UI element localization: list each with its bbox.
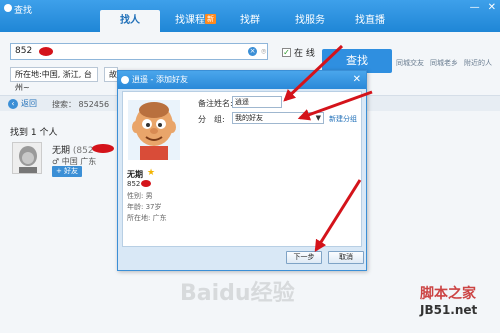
add-friend-button[interactable]: + 好友 [52, 166, 82, 177]
redaction-mark [39, 47, 53, 56]
app-logo-icon [4, 4, 12, 12]
new-group-link[interactable]: 新建分组 [329, 114, 357, 124]
contact-number: 852 [127, 180, 141, 188]
link-hometown[interactable]: 同城老乡 [430, 58, 458, 68]
search-input[interactable]: 852 × ⌾ [10, 43, 268, 60]
clear-icon[interactable]: × [248, 47, 257, 56]
big-avatar [128, 100, 180, 160]
online-label: 在 线 [294, 49, 315, 59]
search-value: 852 [15, 46, 33, 56]
brand-text: 脚本之家 [420, 286, 476, 302]
tab-find-live[interactable]: 找直播 [340, 10, 400, 32]
id-text: (852 [72, 146, 94, 156]
contact-location: 所在地: 广东 [127, 214, 167, 222]
contact-name: 无期 [127, 170, 143, 179]
location-text: 中国 广东 [61, 157, 97, 166]
next-button[interactable]: 下一步 [286, 251, 322, 264]
checkbox-icon[interactable]: ✓ [282, 48, 291, 57]
redaction-mark [141, 180, 151, 187]
group-label: 分 组: [198, 115, 225, 124]
back-button[interactable]: ‹ 返回 [8, 98, 37, 109]
avatar[interactable] [12, 142, 42, 174]
search-echo: 搜索： 852456 [52, 100, 110, 109]
remark-label: 备注姓名: [198, 99, 233, 108]
chevron-down-icon: ▼ [315, 114, 321, 122]
minimize-button[interactable]: — [470, 2, 480, 13]
tab-find-groups[interactable]: 找群 [220, 10, 280, 32]
close-button[interactable]: ✕ [488, 2, 496, 13]
dialog-title-bar: 逍遥 - 添加好友 ✕ [118, 71, 366, 89]
contact-gender: 性别: 男 [127, 192, 153, 200]
add-friend-dialog: 逍遥 - 添加好友 ✕ 无期 ★ 852 性别: 男 年龄: 37岁 所在地: … [117, 70, 367, 271]
site-watermark: 脚本之家 JB51.net [420, 286, 477, 318]
new-badge: 新 [205, 14, 216, 24]
group-select[interactable]: 我的好友 ▼ [232, 112, 324, 124]
dialog-title: 逍遥 - 添加好友 [132, 75, 188, 84]
back-arrow-icon: ‹ [8, 98, 18, 109]
remark-input[interactable]: 逍遥 [232, 96, 282, 108]
window-title: 查找 [14, 6, 33, 16]
quick-links: 同城交友 同城老乡 附近的人 [396, 58, 492, 68]
location-pin-icon[interactable]: ⌾ [261, 47, 266, 57]
star-icon: ★ [147, 168, 156, 178]
redaction-mark [92, 144, 114, 153]
gender-icon: ♂ [52, 157, 60, 166]
qq-icon [121, 76, 129, 84]
tab-find-services[interactable]: 找服务 [280, 10, 340, 32]
name-text: 无期 [52, 146, 71, 156]
location-filter[interactable]: 所在地:中国, 浙江, 台州~ [10, 67, 98, 92]
tab-find-people[interactable]: 找人 [100, 10, 160, 32]
person-name[interactable]: 无期 (852 [52, 143, 94, 156]
link-nearby[interactable]: 附近的人 [464, 58, 492, 68]
online-checkbox[interactable]: ✓ 在 线 [282, 46, 315, 59]
link-same-city[interactable]: 同城交友 [396, 58, 424, 68]
tab-find-courses[interactable]: 找课程新 [160, 10, 220, 32]
back-label: 返回 [21, 99, 37, 108]
group-value: 我的好友 [235, 114, 263, 122]
title-bar: 查找 找人 找课程新 找群 找服务 找直播 — ✕ [0, 0, 500, 32]
tab-bar: 找人 找课程新 找群 找服务 找直播 [100, 10, 400, 32]
tab-label: 找课程 [175, 15, 205, 26]
site-text: JB51.net [420, 303, 478, 317]
cancel-button[interactable]: 取消 [328, 251, 364, 264]
close-icon[interactable]: ✕ [353, 71, 361, 89]
results-count: 找到 1 个人 [10, 128, 58, 138]
extra-filter[interactable]: 故 [104, 67, 118, 82]
baidu-watermark: Baidu经验 [180, 281, 295, 306]
contact-age: 年龄: 37岁 [127, 203, 162, 211]
window-controls: — ✕ [470, 2, 496, 13]
